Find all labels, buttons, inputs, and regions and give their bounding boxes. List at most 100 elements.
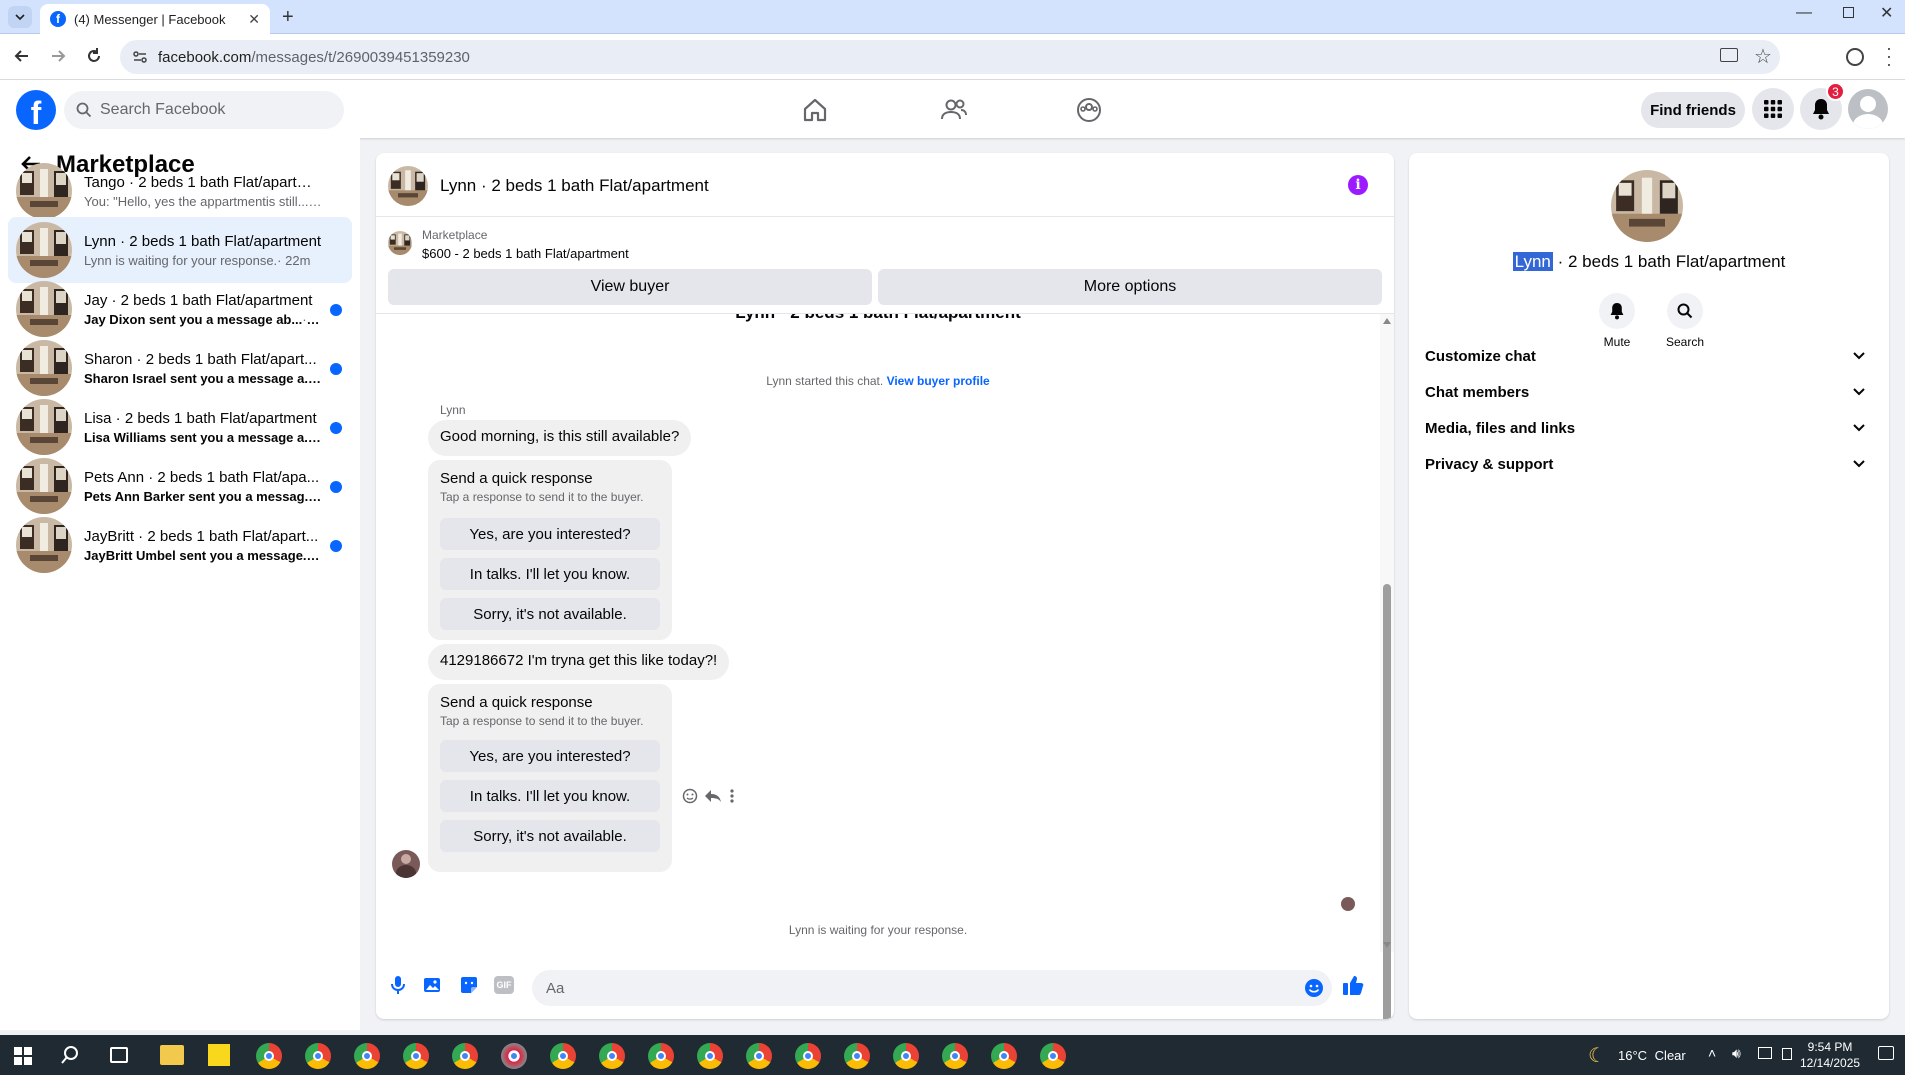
details-section[interactable]: Privacy & support bbox=[1425, 449, 1865, 479]
chrome-icon[interactable] bbox=[991, 1043, 1017, 1069]
view-buyer-profile-link[interactable]: View buyer profile bbox=[887, 374, 990, 388]
friends-icon[interactable] bbox=[940, 97, 968, 123]
reload-icon[interactable] bbox=[84, 46, 104, 66]
details-listing-thumbnail[interactable] bbox=[1611, 170, 1683, 242]
chrome-icon[interactable] bbox=[305, 1043, 331, 1069]
chrome-icon[interactable] bbox=[550, 1043, 576, 1069]
scroll-down-icon[interactable] bbox=[1383, 942, 1391, 948]
notification-badge: 3 bbox=[1826, 82, 1845, 101]
chrome-icon[interactable] bbox=[599, 1043, 625, 1069]
menu-grid-button[interactable] bbox=[1752, 88, 1794, 130]
chrome-icon[interactable] bbox=[795, 1043, 821, 1069]
details-section[interactable]: Media, files and links bbox=[1425, 413, 1865, 443]
chrome-icon[interactable] bbox=[354, 1043, 380, 1069]
back-icon[interactable] bbox=[12, 46, 32, 66]
chrome-icon[interactable] bbox=[746, 1043, 772, 1069]
app-icon[interactable] bbox=[501, 1043, 527, 1069]
conversation-name: Sharon · 2 beds 1 bath Flat/apart... bbox=[84, 350, 317, 368]
quick-reply-button[interactable]: Sorry, it's not available. bbox=[440, 598, 660, 630]
home-icon[interactable] bbox=[802, 97, 828, 123]
message-bubble[interactable]: 4129186672 I'm tryna get this like today… bbox=[428, 644, 730, 680]
quick-reply-button[interactable]: Yes, are you interested? bbox=[440, 518, 660, 550]
view-buyer-button[interactable]: View buyer bbox=[388, 269, 872, 305]
quick-reply-button[interactable]: Sorry, it's not available. bbox=[440, 820, 660, 852]
restore-icon[interactable] bbox=[1843, 7, 1854, 18]
url-field[interactable]: facebook.com/messages/t/2690039451359230… bbox=[120, 40, 1780, 74]
profile-icon[interactable] bbox=[1846, 48, 1864, 66]
chrome-menu-icon[interactable]: · · · bbox=[1886, 39, 1892, 73]
find-friends-button[interactable]: Find friends bbox=[1641, 92, 1745, 128]
message-input[interactable]: Aa bbox=[532, 970, 1332, 1006]
forward-icon[interactable] bbox=[48, 46, 68, 66]
volume-icon[interactable]: 🔊︎ bbox=[1732, 1045, 1741, 1062]
photo-icon[interactable] bbox=[423, 975, 443, 995]
search-facebook-field[interactable]: Search Facebook bbox=[64, 91, 344, 129]
notification-center-icon[interactable] bbox=[1878, 1046, 1894, 1060]
conversation-item[interactable]: Lisa · 2 beds 1 bath Flat/apartment Lisa … bbox=[8, 394, 352, 460]
facebook-logo-icon[interactable]: f bbox=[16, 90, 56, 130]
scrollbar[interactable] bbox=[1380, 314, 1394, 1019]
chrome-icon[interactable] bbox=[452, 1043, 478, 1069]
details-section[interactable]: Chat members bbox=[1425, 377, 1865, 407]
conversation-item[interactable]: JayBritt · 2 beds 1 bath Flat/apart... Ja… bbox=[8, 512, 352, 578]
quick-reply-button[interactable]: Yes, are you interested? bbox=[440, 740, 660, 772]
chrome-icon[interactable] bbox=[893, 1043, 919, 1069]
react-icon[interactable] bbox=[682, 788, 698, 804]
clock-date: 12/14/2025 bbox=[1800, 1056, 1861, 1070]
chat-title[interactable]: Lynn · 2 beds 1 bath Flat/apartment bbox=[440, 176, 709, 196]
windows-start-icon[interactable] bbox=[14, 1047, 32, 1065]
gif-icon[interactable]: GIF bbox=[494, 976, 514, 994]
reply-icon[interactable] bbox=[704, 788, 722, 804]
chrome-icon[interactable] bbox=[844, 1043, 870, 1069]
groups-icon[interactable] bbox=[1076, 97, 1102, 123]
weather-temp[interactable]: 16°C Clear bbox=[1618, 1048, 1686, 1063]
browser-tab[interactable]: f (4) Messenger | Facebook ✕ bbox=[40, 4, 270, 34]
chrome-icon[interactable] bbox=[403, 1043, 429, 1069]
url-path: /messages/t/2690039451359230 bbox=[251, 48, 470, 66]
sender-avatar[interactable] bbox=[392, 850, 420, 878]
clock[interactable]: 9:54 PM 12/14/2025 bbox=[1800, 1039, 1860, 1071]
scrollbar-thumb[interactable] bbox=[1383, 584, 1391, 1019]
taskbar-search-icon[interactable] bbox=[60, 1045, 80, 1065]
close-tab-icon[interactable]: ✕ bbox=[248, 11, 260, 28]
chrome-icon[interactable] bbox=[648, 1043, 674, 1069]
sticky-notes-icon[interactable] bbox=[208, 1044, 230, 1066]
message-bubble[interactable]: Good morning, is this still available? bbox=[428, 420, 692, 456]
info-icon[interactable]: i bbox=[1348, 175, 1368, 195]
conversation-item[interactable]: Lynn · 2 beds 1 bath Flat/apartment Lynn … bbox=[8, 217, 352, 283]
close-window-icon[interactable]: ✕ bbox=[1880, 3, 1893, 23]
chrome-icon[interactable] bbox=[697, 1043, 723, 1069]
conversation-item[interactable]: Sharon · 2 beds 1 bath Flat/apart... Shar… bbox=[8, 335, 352, 401]
site-info-icon[interactable] bbox=[132, 49, 148, 65]
details-section[interactable]: Customize chat bbox=[1425, 341, 1865, 371]
new-tab-icon[interactable]: + bbox=[282, 6, 294, 29]
network-icon[interactable] bbox=[1758, 1047, 1772, 1059]
more-options-button[interactable]: More options bbox=[878, 269, 1382, 305]
sticker-icon[interactable] bbox=[459, 975, 479, 995]
task-view-icon[interactable] bbox=[110, 1047, 128, 1063]
account-avatar[interactable] bbox=[1848, 89, 1888, 129]
conversation-item[interactable]: Tango · 2 beds 1 bath Flat/apartme... You… bbox=[8, 158, 352, 224]
like-icon[interactable] bbox=[1342, 974, 1364, 996]
conversation-item[interactable]: Pets Ann · 2 beds 1 bath Flat/apa... Pets… bbox=[8, 453, 352, 519]
chat-listing-thumbnail[interactable] bbox=[388, 166, 428, 206]
more-actions-icon[interactable] bbox=[730, 788, 734, 804]
tab-search-icon[interactable] bbox=[8, 6, 32, 28]
install-app-icon[interactable] bbox=[1720, 48, 1738, 62]
emoji-icon[interactable] bbox=[1304, 978, 1324, 998]
file-explorer-icon[interactable] bbox=[160, 1045, 184, 1065]
tray-chevron-icon[interactable]: ˄ bbox=[1708, 1045, 1716, 1061]
battery-icon[interactable] bbox=[1782, 1048, 1792, 1060]
chrome-icon[interactable] bbox=[256, 1043, 282, 1069]
listing-text[interactable]: $600 - 2 beds 1 bath Flat/apartment bbox=[422, 246, 629, 261]
minimize-icon[interactable]: — bbox=[1796, 4, 1812, 22]
quick-reply-button[interactable]: In talks. I'll let you know. bbox=[440, 780, 660, 812]
scroll-up-icon[interactable] bbox=[1383, 318, 1391, 324]
microphone-icon[interactable] bbox=[388, 974, 408, 996]
conversation-item[interactable]: Jay · 2 beds 1 bath Flat/apartment Jay Di… bbox=[8, 276, 352, 342]
chrome-icon[interactable] bbox=[1040, 1043, 1066, 1069]
notifications-button[interactable]: 3 bbox=[1800, 82, 1845, 130]
chrome-icon[interactable] bbox=[942, 1043, 968, 1069]
bookmark-star-icon[interactable]: ☆ bbox=[1754, 44, 1772, 69]
quick-reply-button[interactable]: In talks. I'll let you know. bbox=[440, 558, 660, 590]
